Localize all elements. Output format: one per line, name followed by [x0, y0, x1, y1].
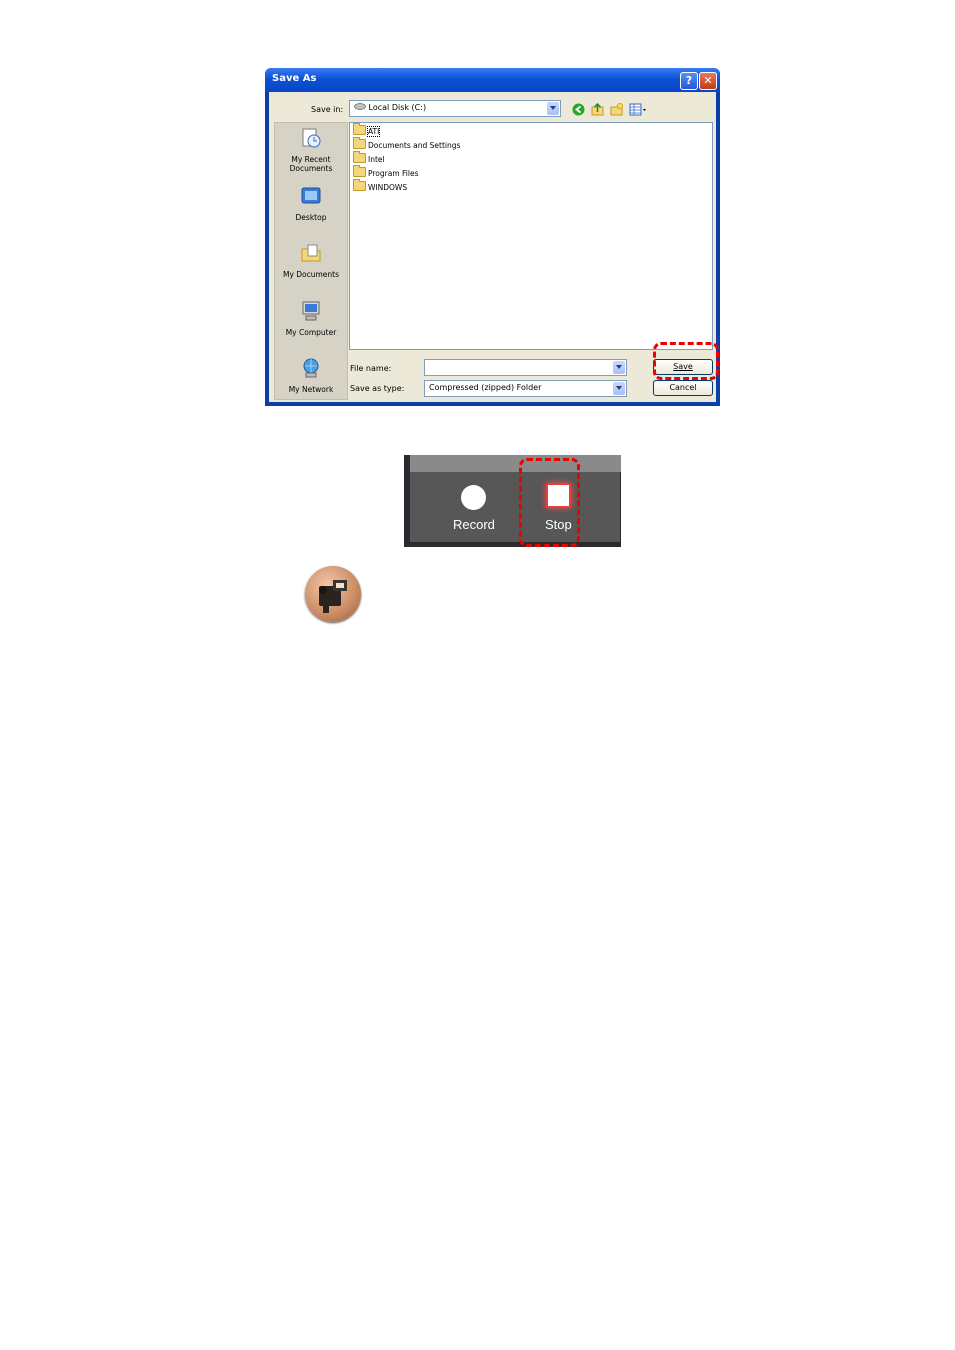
place-desktop[interactable]: Desktop	[275, 185, 347, 222]
save-as-type-value: Compressed (zipped) Folder	[429, 383, 542, 392]
folder-icon	[353, 165, 366, 177]
recorder-panel: Record Stop	[404, 455, 621, 547]
place-my-computer[interactable]: My Computer	[275, 300, 347, 337]
folder-icon	[353, 179, 366, 191]
save-in-dropdown[interactable]: Local Disk (C:)	[349, 100, 561, 117]
my-network-icon	[303, 358, 319, 378]
chevron-down-icon[interactable]	[613, 382, 625, 395]
place-my-network[interactable]: My Network	[275, 357, 347, 394]
chevron-down-icon[interactable]	[547, 102, 559, 115]
views-menu-icon[interactable]	[629, 103, 647, 116]
save-in-value: Local Disk (C:)	[368, 103, 427, 112]
save-as-type-dropdown[interactable]: Compressed (zipped) Folder	[424, 380, 627, 397]
list-item[interactable]: Documents and Settings	[353, 137, 460, 151]
stop-button-highlight	[519, 458, 580, 547]
save-in-label: Save in:	[311, 105, 344, 114]
back-icon[interactable]	[572, 103, 585, 116]
camcorder-glyph	[319, 580, 347, 613]
record-icon[interactable]	[461, 485, 486, 510]
folder-icon	[353, 137, 366, 149]
new-folder-icon[interactable]	[610, 103, 623, 116]
cancel-button[interactable]: Cancel	[653, 380, 713, 396]
my-documents-icon	[301, 244, 321, 262]
camcorder-icon	[305, 566, 361, 622]
list-item[interactable]: Program Files	[353, 165, 419, 179]
save-button-highlight	[653, 342, 719, 380]
place-label: My Recent Documents	[289, 155, 333, 173]
save-as-type-label: Save as type:	[350, 384, 405, 393]
my-computer-icon	[302, 301, 320, 321]
chevron-down-icon[interactable]	[613, 361, 625, 374]
list-item[interactable]: WINDOWS	[353, 179, 407, 193]
folder-icon	[353, 123, 366, 135]
place-label: My Network	[288, 385, 334, 394]
folder-icon	[353, 151, 366, 163]
file-name-field[interactable]	[424, 359, 627, 376]
file-name-label: File name:	[350, 364, 392, 373]
file-list[interactable]: ATI Documents and Settings Intel Program…	[349, 122, 713, 350]
dialog-body: Save in: Local Disk (C:) My Recent Docum…	[269, 92, 716, 402]
list-item[interactable]: ATI	[353, 123, 381, 137]
title-bar[interactable]: Save As ? ✕	[265, 68, 720, 92]
place-my-recent-documents[interactable]: My Recent Documents	[275, 127, 347, 173]
recent-documents-icon	[302, 128, 321, 148]
place-label: Desktop	[295, 213, 327, 222]
close-button[interactable]: ✕	[699, 72, 717, 90]
up-folder-icon[interactable]	[591, 103, 604, 116]
save-as-dialog: Save As ? ✕ Save in: Local Disk (C:) My …	[265, 68, 720, 406]
panel-controls	[410, 472, 620, 542]
place-label: My Documents	[282, 270, 340, 279]
place-label: My Computer	[285, 328, 337, 337]
help-button[interactable]: ?	[680, 72, 698, 90]
hard-drive-icon	[354, 103, 366, 110]
desktop-icon	[301, 187, 321, 204]
place-my-documents[interactable]: My Documents	[275, 242, 347, 279]
places-bar: My Recent Documents Desktop My Documents…	[274, 122, 348, 400]
dialog-title: Save As	[272, 73, 317, 84]
list-item[interactable]: Intel	[353, 151, 385, 165]
record-button-label[interactable]: Record	[453, 517, 495, 532]
panel-header	[410, 455, 621, 472]
